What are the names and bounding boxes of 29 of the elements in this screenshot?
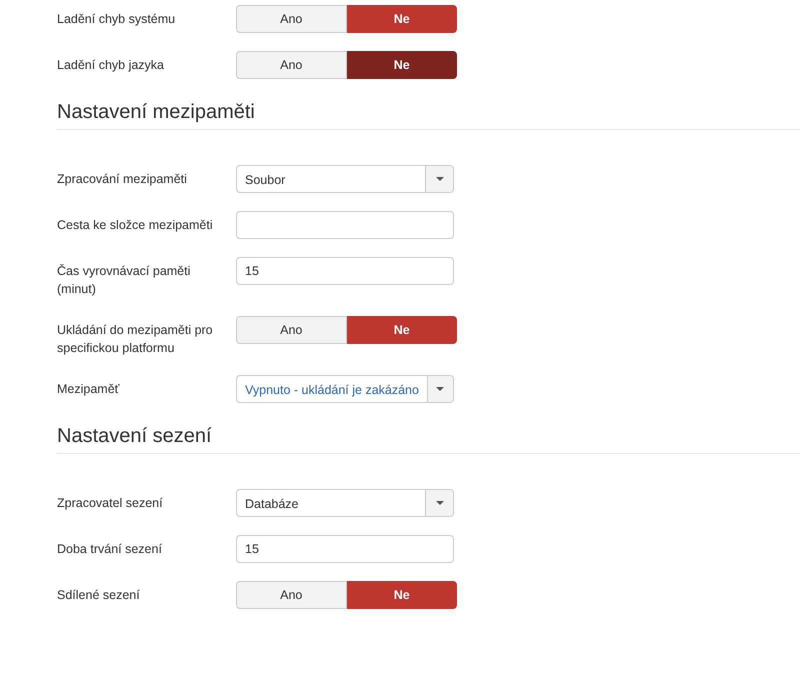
field-label: Cesta ke složce mezipaměti <box>57 217 214 234</box>
toggle-option[interactable]: Ano <box>236 581 346 609</box>
dropdown[interactable]: Vypnuto - ukládání je zakázáno <box>236 375 454 403</box>
input-field[interactable]: 15 <box>236 535 454 563</box>
toggle-option[interactable]: Ano <box>236 51 346 79</box>
field-label: Zpracovatel sezení <box>57 495 164 512</box>
toggle-option[interactable]: Ne <box>346 581 457 609</box>
field-label: Čas vyrovnávací paměti (minut) <box>57 263 192 298</box>
caret-icon <box>436 501 444 505</box>
field-label: Mezipaměť <box>57 381 120 398</box>
field-label: Ladění chyb systému <box>57 11 176 28</box>
dropdown[interactable]: Databáze <box>236 489 454 517</box>
section-heading: Nastavení mezipaměti <box>57 97 800 130</box>
field-label: Doba trvání sezení <box>57 541 163 558</box>
caret-icon <box>436 177 444 181</box>
caret-icon <box>436 387 444 391</box>
field-label: Sdílené sezení <box>57 587 141 604</box>
toggle-option[interactable]: Ano <box>236 316 346 344</box>
toggle-option[interactable]: Ne <box>346 5 457 33</box>
toggle-option[interactable]: Ne <box>346 51 457 79</box>
input-field[interactable]: 15 <box>236 257 454 285</box>
section-heading: Nastavení sezení <box>57 421 800 454</box>
field-label: Ukládání do mezipaměti pro specifickou platformu <box>57 322 214 357</box>
field-label: Zpracování mezipaměti <box>57 171 188 188</box>
input-field[interactable] <box>236 211 454 239</box>
toggle-option[interactable]: Ne <box>346 316 457 344</box>
toggle-option[interactable]: Ano <box>236 5 346 33</box>
field-label: Ladění chyb jazyka <box>57 57 166 74</box>
dropdown[interactable]: Soubor <box>236 165 454 193</box>
